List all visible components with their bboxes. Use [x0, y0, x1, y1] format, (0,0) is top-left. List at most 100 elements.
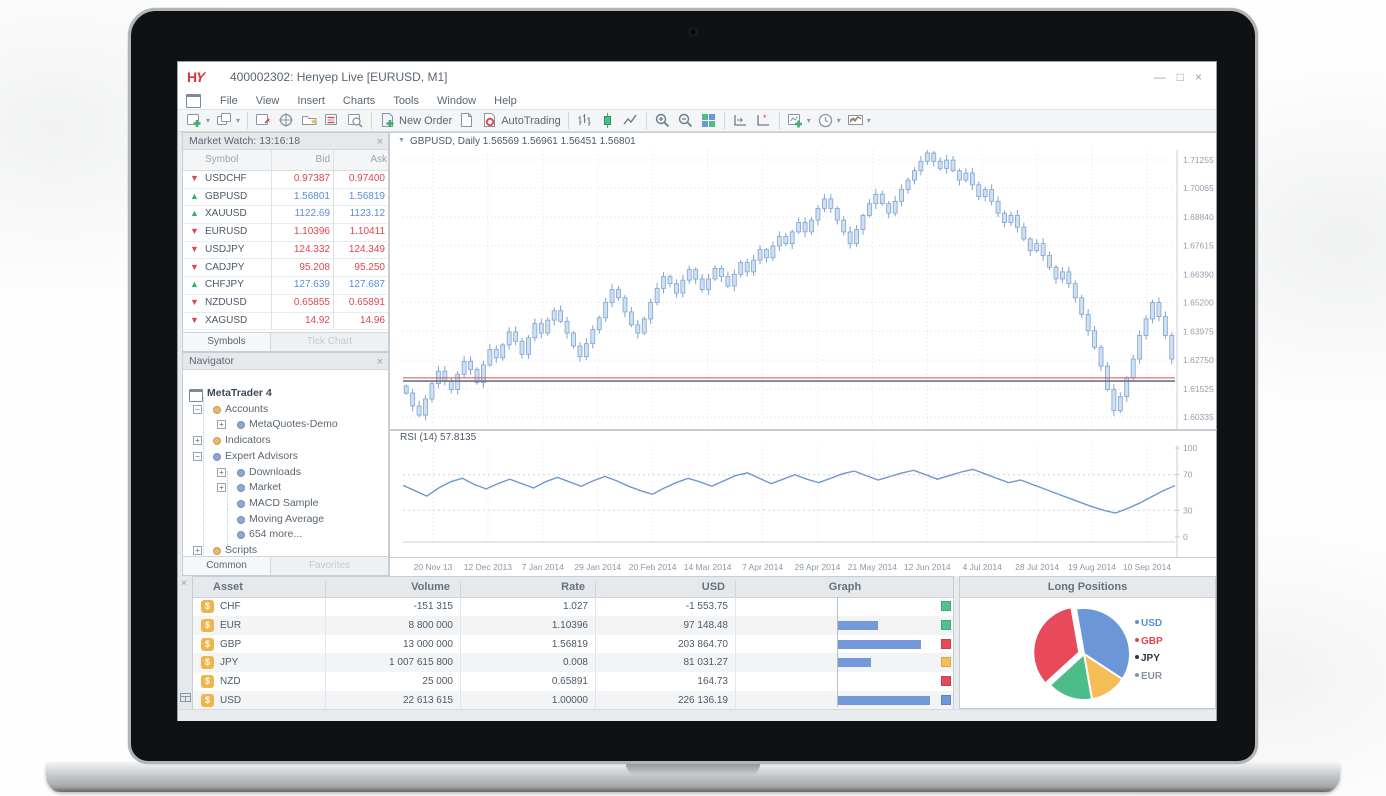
navigator-item-macd-sample[interactable]: MACD Sample	[183, 497, 388, 511]
zoom-in-button[interactable]	[651, 111, 674, 130]
navigator-button[interactable]: ★	[298, 111, 321, 130]
child-window-icon[interactable]	[186, 94, 201, 108]
minimize-button[interactable]: —	[1154, 69, 1166, 85]
rsi-chart[interactable]: 10070300	[390, 445, 1217, 557]
menu-item-view[interactable]: View	[247, 94, 289, 108]
tab-favorites[interactable]: Favorites	[271, 557, 388, 575]
zoom-in-icon	[654, 112, 671, 129]
position-row[interactable]: $GBP13 000 0001.56819203 864.70	[193, 635, 953, 654]
terminal-button[interactable]	[321, 111, 344, 130]
auto-scroll-button[interactable]	[729, 111, 752, 130]
position-row[interactable]: $EUR8 800 0001.1039697 148.48	[193, 616, 953, 635]
navigator-item-accounts[interactable]: −Accounts	[183, 403, 388, 417]
legend-item-jpy: JPY	[1135, 653, 1160, 664]
navigator-item-market[interactable]: +Market	[183, 481, 388, 495]
price-chart[interactable]: 1.712551.700651.688401.676151.663901.652…	[390, 150, 1217, 430]
legend-item-gbp: GBP	[1135, 636, 1163, 647]
close-icon[interactable]: ×	[377, 354, 383, 371]
bar-chart-button[interactable]	[573, 111, 596, 130]
symbol-label: XAGUSD	[205, 315, 247, 326]
market-watch-row[interactable]: ▲CHFJPY127.639127.687	[183, 276, 388, 295]
tab-symbols[interactable]: Symbols	[183, 333, 271, 351]
date-tick-label: 7 Jan 2014	[522, 562, 564, 572]
periods-button[interactable]: ▾	[814, 111, 844, 130]
expand-icon[interactable]: +	[217, 483, 226, 492]
market-watch-row[interactable]: ▼USDJPY124.332124.349	[183, 241, 388, 260]
menu-item-insert[interactable]: Insert	[288, 94, 334, 108]
chevron-down-icon[interactable]: ▾	[206, 116, 210, 125]
tile-windows-button[interactable]	[697, 111, 720, 130]
market-watch-row[interactable]: ▼XAGUSD14.9214.96	[183, 312, 388, 331]
autotrading-icon	[481, 112, 498, 129]
collapse-icon[interactable]: −	[193, 452, 202, 461]
arrow-down-icon: ▼	[190, 173, 199, 183]
close-icon[interactable]: ×	[377, 134, 383, 151]
chart-collapse-icon[interactable]: ▼	[398, 137, 405, 144]
tab-common[interactable]: Common	[183, 557, 271, 575]
position-row[interactable]: $JPY1 007 615 8000.00881 031.27	[193, 653, 953, 672]
profiles-button[interactable]: ▾	[213, 111, 243, 130]
market-watch-row[interactable]: ▼NZDUSD0.658550.65891	[183, 294, 388, 313]
data-window-button[interactable]	[275, 111, 298, 130]
strategy-tester-button[interactable]	[344, 111, 367, 130]
chevron-down-icon[interactable]: ▾	[867, 116, 871, 125]
expand-icon[interactable]: +	[193, 436, 202, 445]
collapse-icon[interactable]: −	[193, 405, 202, 414]
toolbar-separator	[646, 112, 647, 129]
zoom-out-button[interactable]	[674, 111, 697, 130]
ask-value: 0.97400	[333, 173, 385, 184]
market-watch-row[interactable]: ▼EURUSD1.103961.10411	[183, 223, 388, 242]
navigator-item-metaquotes-demo[interactable]: +MetaQuotes-Demo	[183, 418, 388, 432]
status-square	[941, 657, 951, 667]
date-tick-label: 7 Apr 2014	[742, 562, 783, 572]
metaeditor-button[interactable]	[455, 111, 478, 130]
chart-ohlc-label: GBPUSD, Daily 1.56569 1.56961 1.56451 1.…	[410, 136, 636, 147]
chevron-down-icon[interactable]: ▾	[837, 116, 841, 125]
new-chart-button[interactable]: ▾	[183, 111, 213, 130]
navigator-tabs: Common Favorites	[183, 556, 388, 575]
date-tick-label: 10 Sep 2014	[1123, 562, 1171, 572]
position-row[interactable]: $USD22 613 6151.00000226 136.19	[193, 691, 953, 710]
volume-value: 13 000 000	[325, 639, 453, 650]
menu-item-window[interactable]: Window	[428, 94, 485, 108]
toolbar-separator	[371, 112, 372, 129]
maximize-button[interactable]: □	[1177, 69, 1184, 85]
market-watch-button[interactable]	[252, 111, 275, 130]
market-watch-row[interactable]: ▲GBPUSD1.568011.56819	[183, 188, 388, 207]
market-watch-row[interactable]: ▲XAUUSD1122.691123.12	[183, 205, 388, 224]
tree-node-dot	[237, 484, 245, 492]
chevron-down-icon[interactable]: ▾	[236, 116, 240, 125]
navigator-item-moving-average[interactable]: Moving Average	[183, 513, 388, 527]
position-row[interactable]: $NZD25 0000.65891164.73	[193, 672, 953, 691]
line-chart-button[interactable]	[619, 111, 642, 130]
autotrading-button[interactable]: AutoTrading	[478, 111, 564, 130]
navigator-item-downloads[interactable]: +Downloads	[183, 466, 388, 480]
candlestick-button[interactable]	[596, 111, 619, 130]
close-icon[interactable]: ×	[181, 578, 187, 589]
date-axis: 20 Nov 1312 Dec 20137 Jan 201429 Jan 201…	[390, 557, 1216, 578]
menu-item-charts[interactable]: Charts	[334, 94, 384, 108]
chevron-down-icon[interactable]: ▾	[807, 116, 811, 125]
expand-icon[interactable]: +	[193, 546, 202, 555]
grid-view-icon[interactable]	[180, 693, 191, 705]
tab-tick-chart[interactable]: Tick Chart	[271, 333, 388, 351]
menu-item-help[interactable]: Help	[485, 94, 526, 108]
position-row[interactable]: $CHF-151 3151.027-1 553.75	[193, 597, 953, 616]
new-order-button[interactable]: New Order	[376, 111, 455, 130]
market-watch-row[interactable]: ▼CADJPY95.20895.250	[183, 259, 388, 278]
market-watch-row[interactable]: ▼USDCHF0.973870.97400	[183, 170, 388, 189]
chart-shift-button[interactable]: *	[752, 111, 775, 130]
navigator-item-expert-advisors[interactable]: −Expert Advisors	[183, 450, 388, 464]
menu-item-tools[interactable]: Tools	[384, 94, 428, 108]
indicators-button[interactable]: ▾	[784, 111, 814, 130]
laptop-screen: HY 400002302: Henyep Live [EURUSD, M1] —…	[128, 8, 1258, 764]
templates-button[interactable]: ▾	[844, 111, 874, 130]
menu-item-file[interactable]: File	[211, 94, 247, 108]
expand-icon[interactable]: +	[217, 420, 226, 429]
expand-icon[interactable]: +	[217, 468, 226, 477]
navigator-item-654-more-[interactable]: 654 more...	[183, 528, 388, 542]
arrow-up-icon: ▲	[190, 191, 199, 201]
close-button[interactable]: ×	[1195, 69, 1202, 85]
navigator-item-metatrader-4[interactable]: MetaTrader 4	[183, 387, 388, 401]
navigator-item-indicators[interactable]: +Indicators	[183, 434, 388, 448]
